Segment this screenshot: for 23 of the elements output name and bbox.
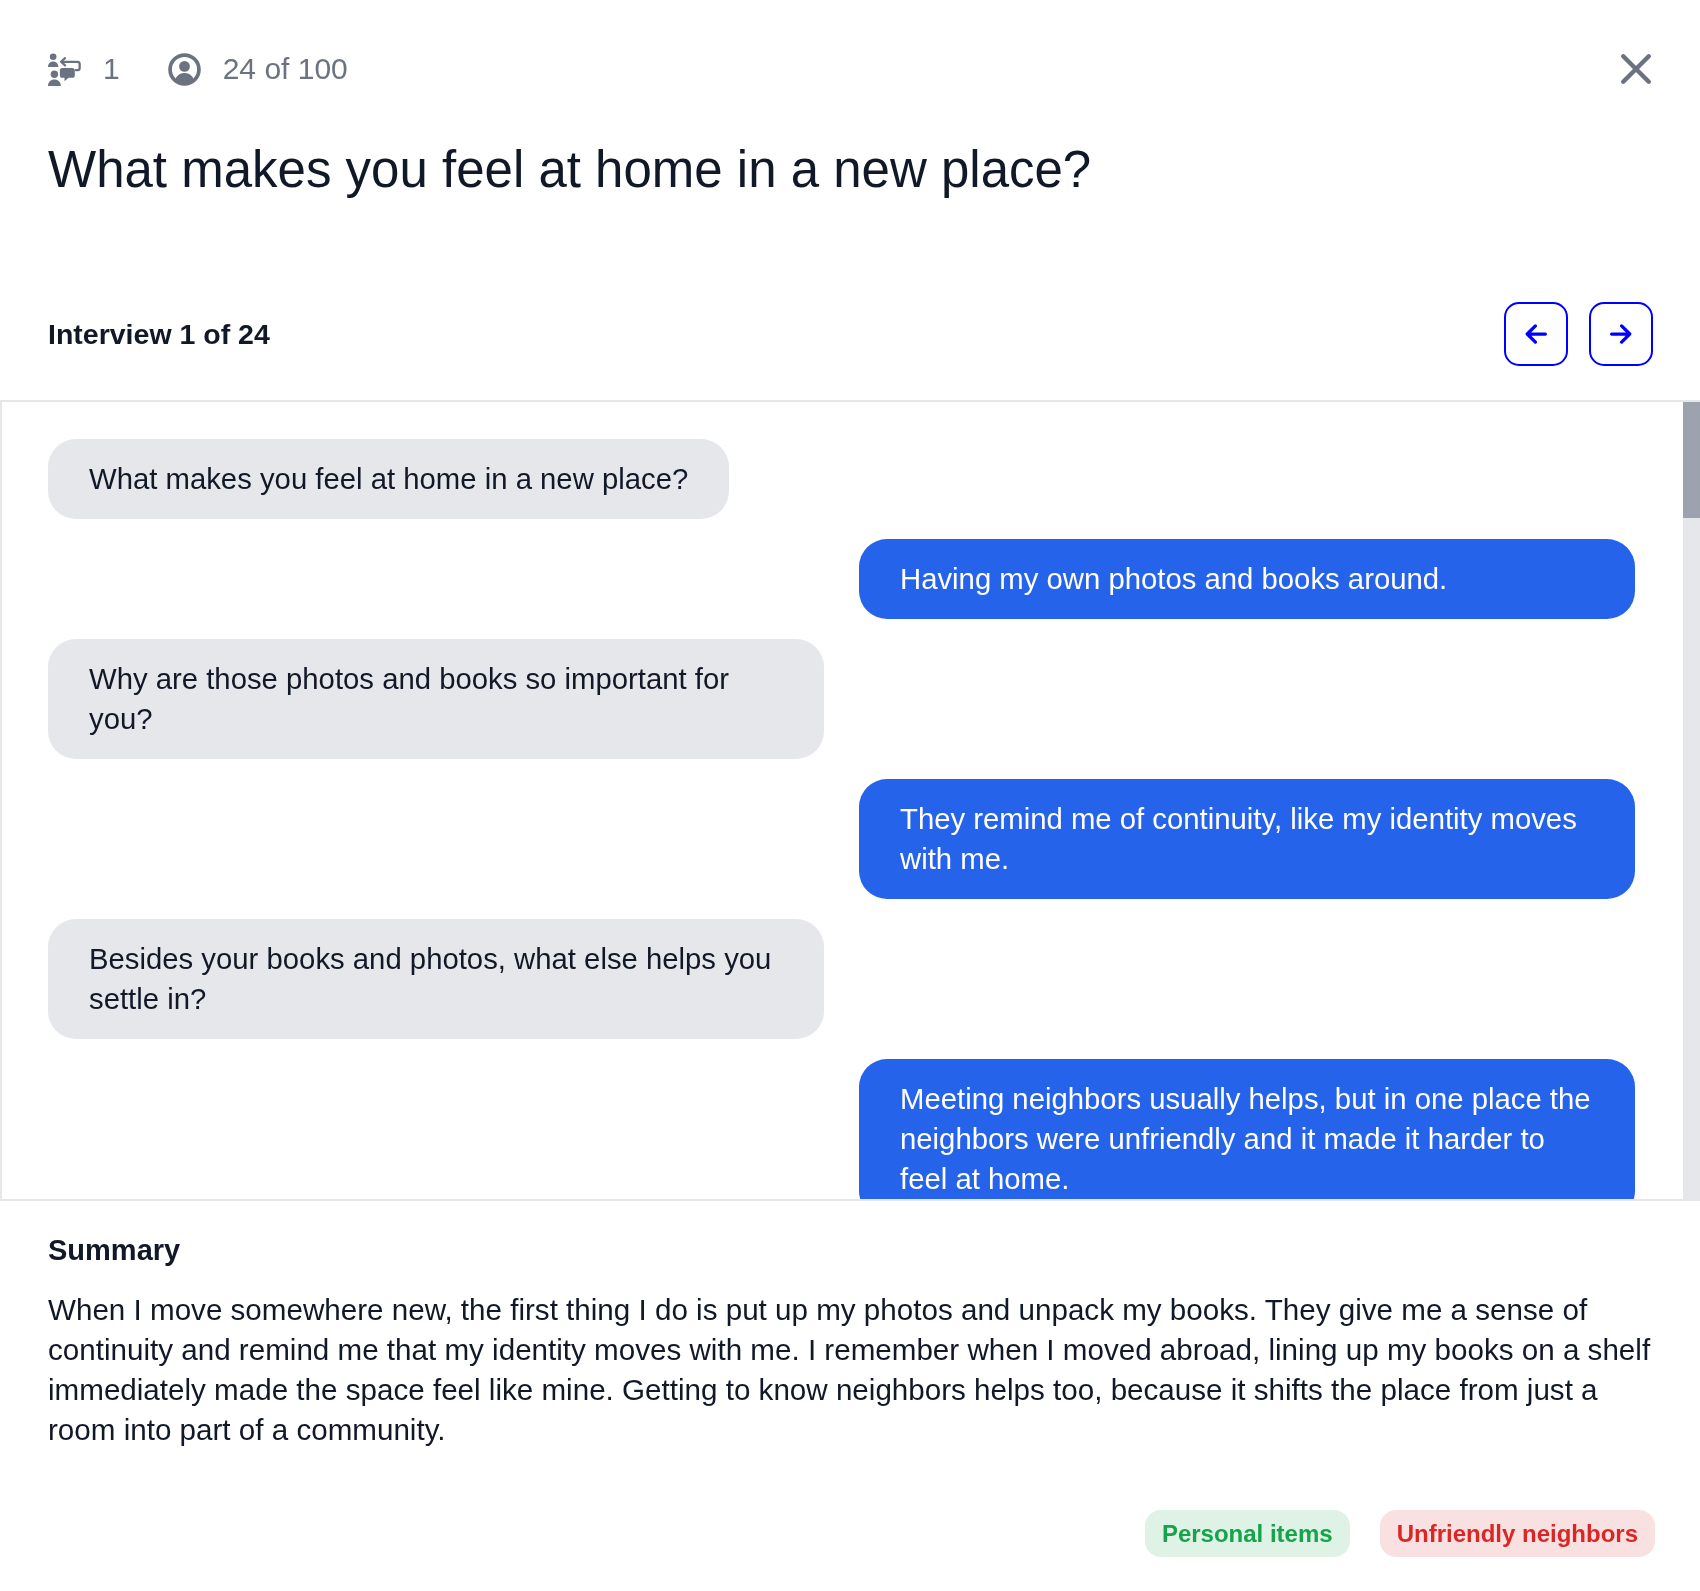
arrow-right-icon xyxy=(1610,324,1632,344)
conversation-count: 1 xyxy=(103,51,120,87)
theme-tag: Personal items xyxy=(1144,1510,1350,1557)
user-circle-icon xyxy=(167,52,201,86)
previous-button[interactable] xyxy=(1504,302,1568,366)
question-bubble: What makes you feel at home in a new place? xyxy=(48,439,730,519)
arrow-left-icon xyxy=(1525,324,1547,344)
next-button[interactable] xyxy=(1589,302,1653,366)
question-bubble: Why are those photos and books so important for you? xyxy=(48,639,824,759)
question-title: What makes you feel at home in a new place? xyxy=(48,141,1093,199)
close-icon xyxy=(1619,52,1653,86)
respondent-count: 24 of 100 xyxy=(222,51,348,87)
summary-heading: Summary xyxy=(48,1234,182,1266)
close-button[interactable] xyxy=(1619,52,1653,86)
summary-text: When I move somewhere new, the first thing I do is put up my photos and unpack my books. They give me a sense of continuity and remind me that my identity moves with me. I remember when I moved abroad, lining up my books on a shelf immediately made the space feel like mine. Getting to know neighbors helps too, because it shifts the place from just a room into part of a community. xyxy=(48,1292,1652,1448)
question-bubble: Besides your books and photos, what else helps you settle in? xyxy=(48,919,824,1039)
people-chat-icon xyxy=(48,52,81,86)
theme-tag: Unfriendly neighbors xyxy=(1379,1510,1655,1557)
scrollbar-thumb[interactable] xyxy=(1683,402,1700,518)
answer-bubble: Having my own photos and books around. xyxy=(859,539,1635,619)
answer-bubble: Meeting neighbors usually helps, but in one place the neighbors were unfriendly and it made it harder to feel at home. xyxy=(859,1059,1635,1199)
answer-bubble: They remind me of continuity, like my identity moves with me. xyxy=(859,779,1635,899)
interview-counter: Interview 1 of 24 xyxy=(48,317,270,351)
